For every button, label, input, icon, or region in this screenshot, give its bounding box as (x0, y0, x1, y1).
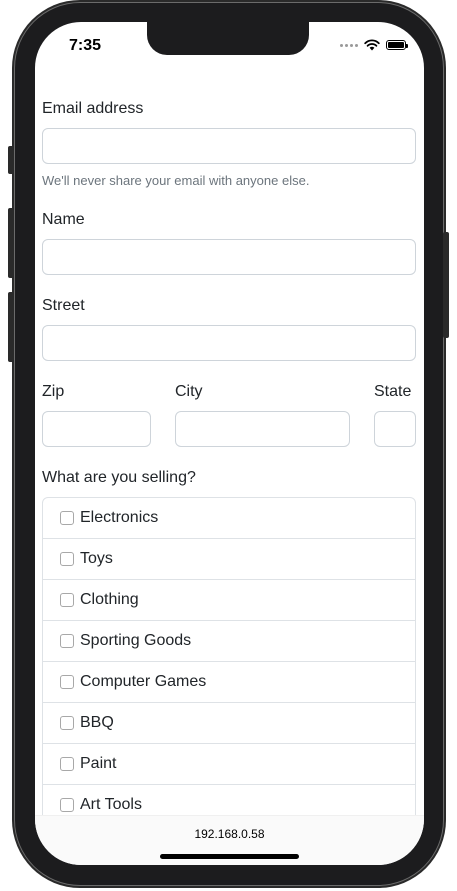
zip-label: Zip (42, 383, 65, 400)
list-item-label: Toys (80, 550, 113, 567)
list-item[interactable]: BBQ (43, 703, 415, 744)
checkbox[interactable] (60, 757, 74, 771)
list-item-label: Paint (80, 755, 117, 772)
checkbox[interactable] (60, 552, 74, 566)
signal-dots-icon (340, 43, 358, 47)
url-label[interactable]: 192.168.0.58 (35, 827, 424, 841)
list-item-label: Electronics (80, 509, 159, 526)
city-field[interactable] (175, 411, 350, 447)
notch (147, 22, 309, 55)
screen: 7:35 Email address We'll never share you… (35, 22, 424, 865)
state-label: State (374, 383, 412, 400)
email-label: Email address (42, 100, 144, 117)
selling-list: Electronics Toys Clothing Sporting Goods… (42, 497, 416, 817)
list-item-label: Art Tools (80, 796, 142, 813)
browser-bottom-bar: 192.168.0.58 (35, 815, 424, 865)
name-label: Name (42, 211, 85, 228)
form: Email address We'll never share your ema… (42, 72, 416, 817)
email-help-text: We'll never share your email with anyone… (42, 173, 310, 188)
home-indicator[interactable] (160, 854, 299, 859)
list-item[interactable]: Sporting Goods (43, 621, 415, 662)
volume-up-button (8, 208, 14, 278)
street-field[interactable] (42, 325, 416, 361)
checkbox[interactable] (60, 798, 74, 812)
email-field[interactable] (42, 128, 416, 164)
list-item-label: BBQ (80, 714, 114, 731)
list-item-label: Sporting Goods (80, 632, 192, 649)
status-time: 7:35 (69, 37, 102, 54)
list-item[interactable]: Paint (43, 744, 415, 785)
power-button (443, 232, 449, 338)
status-bar: 7:35 (35, 22, 424, 72)
list-item[interactable]: Art Tools (43, 785, 415, 817)
silent-switch (8, 146, 14, 174)
state-field[interactable] (374, 411, 416, 447)
battery-icon (386, 40, 408, 50)
checkbox[interactable] (60, 675, 74, 689)
checkbox[interactable] (60, 593, 74, 607)
checkbox[interactable] (60, 511, 74, 525)
status-icons (340, 39, 408, 51)
list-item[interactable]: Electronics (43, 498, 415, 539)
checkbox[interactable] (60, 716, 74, 730)
street-label: Street (42, 297, 85, 314)
list-item[interactable]: Toys (43, 539, 415, 580)
volume-down-button (8, 292, 14, 362)
city-label: City (175, 383, 203, 400)
wifi-icon (364, 39, 380, 51)
list-item[interactable]: Computer Games (43, 662, 415, 703)
selling-label: What are you selling? (42, 469, 196, 486)
list-item[interactable]: Clothing (43, 580, 415, 621)
zip-field[interactable] (42, 411, 151, 447)
list-item-label: Computer Games (80, 673, 207, 690)
name-field[interactable] (42, 239, 416, 275)
list-item-label: Clothing (80, 591, 139, 608)
checkbox[interactable] (60, 634, 74, 648)
